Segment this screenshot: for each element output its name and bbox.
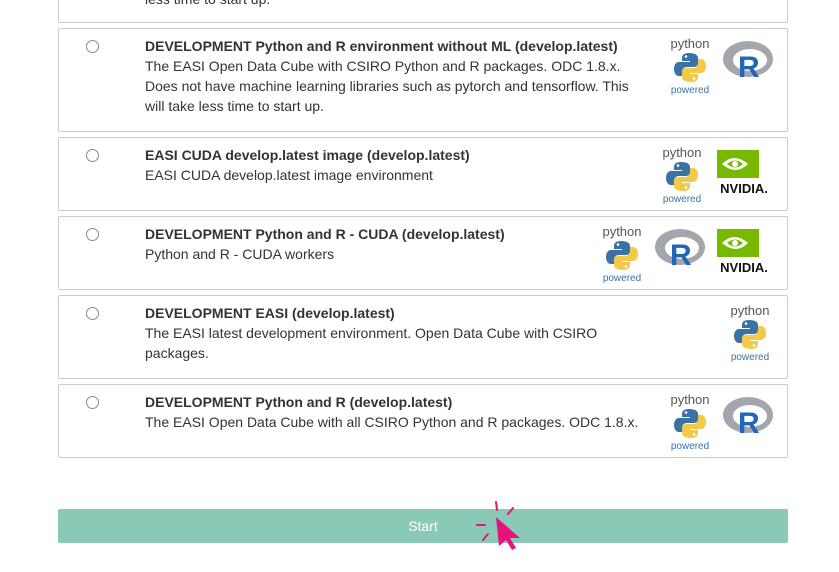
svg-text:python: python xyxy=(602,224,641,239)
python-powered-logo: python powered xyxy=(670,392,709,451)
profile-logos: python powered R xyxy=(665,35,775,95)
profile-radio[interactable] xyxy=(86,40,99,53)
profile-option[interactable]: DEVELOPMENT Python and R environment wit… xyxy=(58,28,788,132)
nvidia-logo: NVIDIA. xyxy=(717,150,768,196)
svg-text:R: R xyxy=(738,407,760,440)
click-cursor-icon xyxy=(476,501,520,550)
profile-option[interactable]: DEVELOPMENT Python and R - CUDA (develop… xyxy=(58,216,788,290)
profile-option[interactable]: DEVELOPMENT Python and R (develop.latest… xyxy=(58,384,788,458)
r-logo: R xyxy=(723,41,773,84)
profile-title: DEVELOPMENT Python and R - CUDA (develop… xyxy=(145,226,505,242)
nvidia-logo: NVIDIA. xyxy=(717,229,768,275)
python-powered-logo: python powered xyxy=(670,36,709,95)
svg-text:NVIDIA.: NVIDIA. xyxy=(720,181,768,196)
r-logo: R xyxy=(723,397,773,440)
svg-text:powered: powered xyxy=(731,352,769,362)
python-powered-logo: python powered xyxy=(662,145,701,204)
profile-title: DEVELOPMENT EASI (develop.latest) xyxy=(145,305,395,321)
profile-option-partial[interactable]: less time to start up. xyxy=(58,0,788,23)
r-logo: R xyxy=(655,229,705,272)
profile-title: EASI CUDA develop.latest image (develop.… xyxy=(145,147,470,163)
profile-logos: python powered R xyxy=(665,391,775,451)
svg-text:R: R xyxy=(738,51,760,84)
profile-radio[interactable] xyxy=(86,149,99,162)
svg-text:powered: powered xyxy=(663,194,701,204)
svg-text:powered: powered xyxy=(603,273,641,283)
profile-option[interactable]: EASI CUDA develop.latest image (develop.… xyxy=(58,137,788,211)
python-powered-logo: python powered xyxy=(602,224,641,283)
profile-title: DEVELOPMENT Python and R environment wit… xyxy=(145,38,618,54)
svg-text:python: python xyxy=(670,392,709,407)
start-button[interactable]: Start xyxy=(58,509,788,543)
svg-text:python: python xyxy=(730,303,769,318)
profile-logos: python powered xyxy=(725,302,775,362)
profile-title: DEVELOPMENT Python and R (develop.latest… xyxy=(145,394,453,410)
profile-description: less time to start up. xyxy=(145,0,270,9)
profile-logos: python powered NVIDIA. xyxy=(657,144,775,204)
profile-description: The EASI Open Data Cube with CSIRO Pytho… xyxy=(145,58,629,114)
profile-description: EASI CUDA develop.latest image environme… xyxy=(145,167,433,183)
profile-description: The EASI Open Data Cube with all CSIRO P… xyxy=(145,414,639,430)
profile-radio[interactable] xyxy=(86,228,99,241)
python-powered-logo: python powered xyxy=(730,303,769,362)
profile-radio[interactable] xyxy=(86,307,99,320)
svg-text:python: python xyxy=(670,36,709,51)
svg-text:R: R xyxy=(670,239,692,272)
profile-option[interactable]: DEVELOPMENT EASI (develop.latest) The EA… xyxy=(58,295,788,379)
svg-text:NVIDIA.: NVIDIA. xyxy=(720,260,768,275)
svg-text:python: python xyxy=(662,145,701,160)
svg-text:powered: powered xyxy=(671,441,709,451)
profile-description: The EASI latest development environment.… xyxy=(145,325,598,361)
profile-logos: python powered R NVIDIA. xyxy=(597,223,775,283)
profile-description: Python and R - CUDA workers xyxy=(145,246,335,262)
svg-text:powered: powered xyxy=(671,85,709,95)
profile-radio[interactable] xyxy=(86,396,99,409)
